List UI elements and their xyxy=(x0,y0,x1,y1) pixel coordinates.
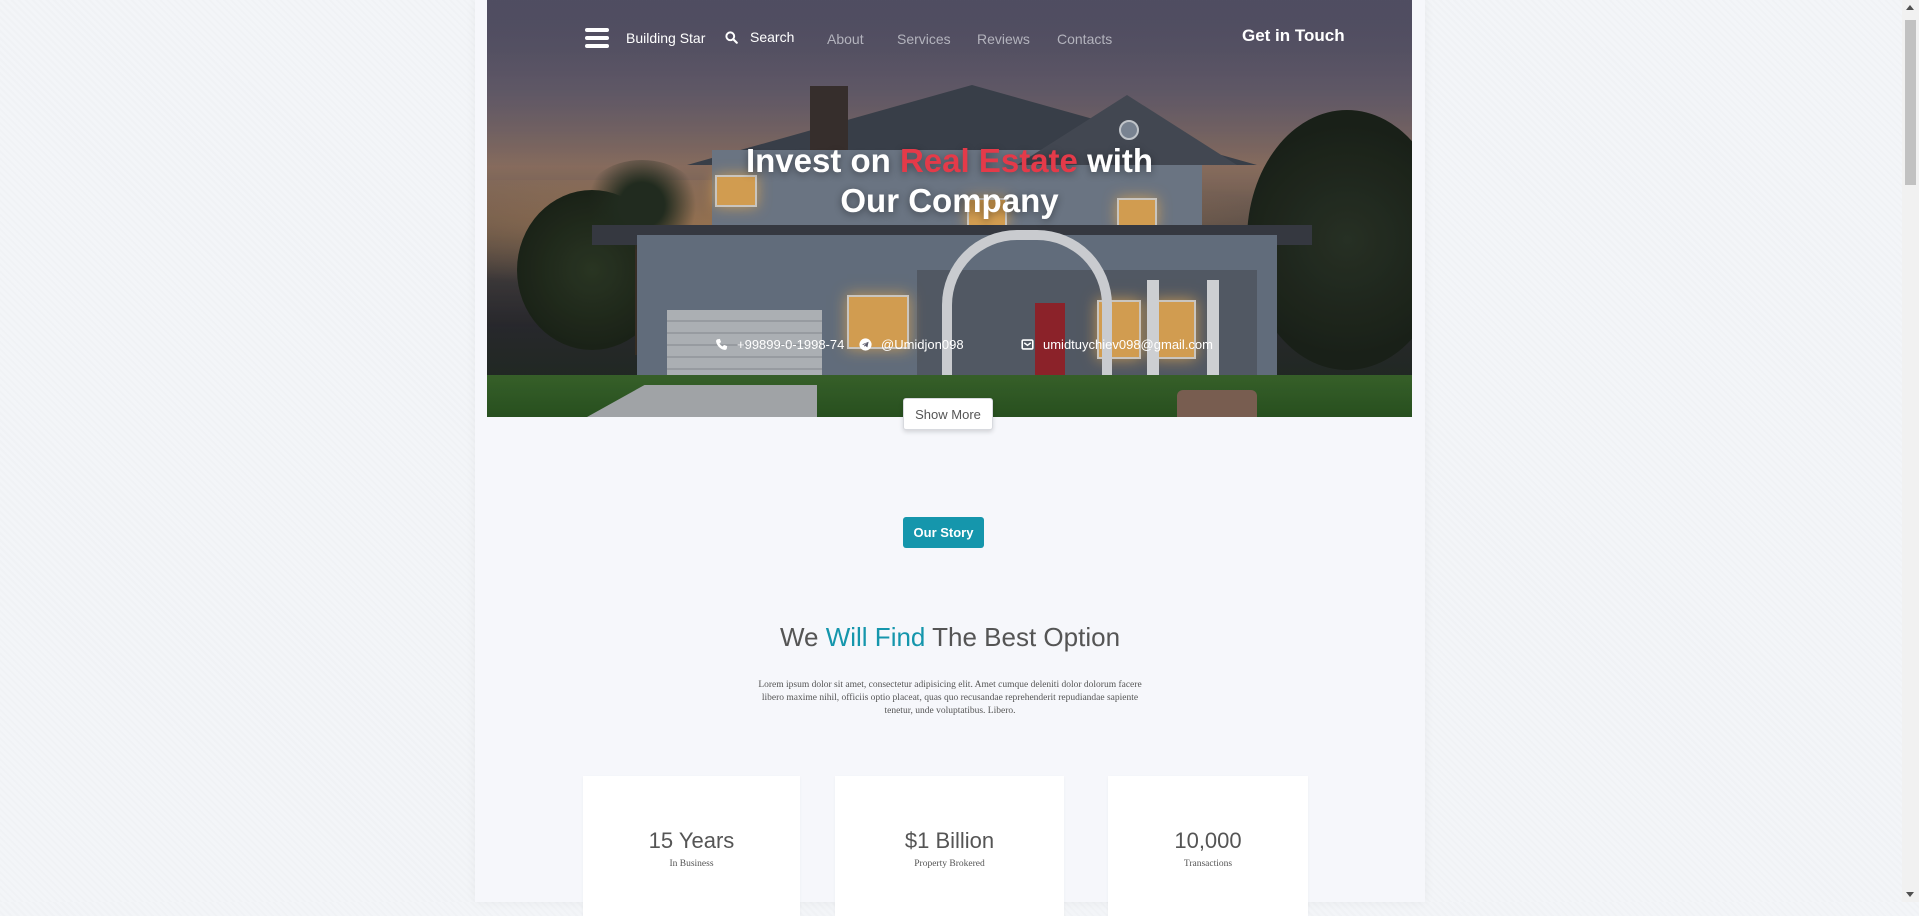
scroll-thumb[interactable] xyxy=(1905,20,1916,185)
headline-text: Invest on xyxy=(745,142,900,179)
get-in-touch-link[interactable]: Get in Touch xyxy=(1242,26,1345,46)
section-title: We Will Find The Best Option xyxy=(475,622,1425,653)
stat-card: 10,000 Transactions xyxy=(1108,776,1308,916)
stat-card: $1 Billion Property Brokered xyxy=(835,776,1064,916)
search-button[interactable]: Search xyxy=(725,29,794,45)
stat-label: Transactions xyxy=(1183,859,1233,869)
section-title-accent: Will Find xyxy=(825,622,926,652)
stat-label: Property Brokered xyxy=(914,859,985,869)
section-title-text-end: The Best Option xyxy=(925,622,1121,652)
telegram-handle: @Umidjon098 xyxy=(881,337,964,352)
top-nav: Building Star Search About Services Revi… xyxy=(487,0,1412,80)
phone-number: +99899-0-1998-74 xyxy=(737,337,845,352)
stat-card: 15 Years In Business xyxy=(583,776,800,916)
contact-email[interactable]: umidtuychiev098@gmail.com xyxy=(1021,337,1213,352)
menu-icon[interactable] xyxy=(585,28,609,50)
telegram-icon xyxy=(859,338,872,351)
scroll-down-icon[interactable] xyxy=(1906,892,1914,897)
section-description: Lorem ipsum dolor sit amet, consectetur … xyxy=(758,680,1142,716)
phone-icon xyxy=(716,338,728,350)
vertical-scrollbar[interactable] xyxy=(1902,0,1919,902)
contact-telegram[interactable]: @Umidjon098 xyxy=(859,337,964,352)
stat-value: 10,000 xyxy=(1174,828,1242,853)
hero-section: Building Star Search About Services Revi… xyxy=(487,0,1412,417)
headline-accent: Real Estate xyxy=(899,142,1078,179)
search-icon xyxy=(725,30,738,44)
brand-name[interactable]: Building Star xyxy=(626,30,705,46)
nav-link-reviews[interactable]: Reviews xyxy=(977,31,1030,47)
stat-value: 15 Years xyxy=(648,828,735,853)
show-more-button[interactable]: Show More xyxy=(903,398,993,430)
nav-link-about[interactable]: About xyxy=(827,31,864,47)
contact-phone[interactable]: +99899-0-1998-74 xyxy=(715,337,844,352)
email-icon xyxy=(1021,339,1034,350)
hero-contacts: +99899-0-1998-74 @Umidjon098 umidtuychie… xyxy=(487,337,1412,357)
headline-line2: Our Company xyxy=(840,182,1059,219)
our-story-button[interactable]: Our Story xyxy=(903,517,984,548)
stat-value: $1 Billion xyxy=(904,828,995,853)
scroll-up-icon[interactable] xyxy=(1906,5,1914,10)
hero-headline: Invest on Real Estate with Our Company xyxy=(487,141,1412,221)
search-label: Search xyxy=(750,29,795,45)
headline-text-end: with xyxy=(1077,142,1154,179)
email-address: umidtuychiev098@gmail.com xyxy=(1043,337,1213,352)
nav-link-services[interactable]: Services xyxy=(897,31,951,47)
section-title-text: We xyxy=(779,622,826,652)
page-container: Building Star Search About Services Revi… xyxy=(475,0,1425,902)
nav-link-contacts[interactable]: Contacts xyxy=(1057,31,1112,47)
stat-label: In Business xyxy=(669,859,714,869)
